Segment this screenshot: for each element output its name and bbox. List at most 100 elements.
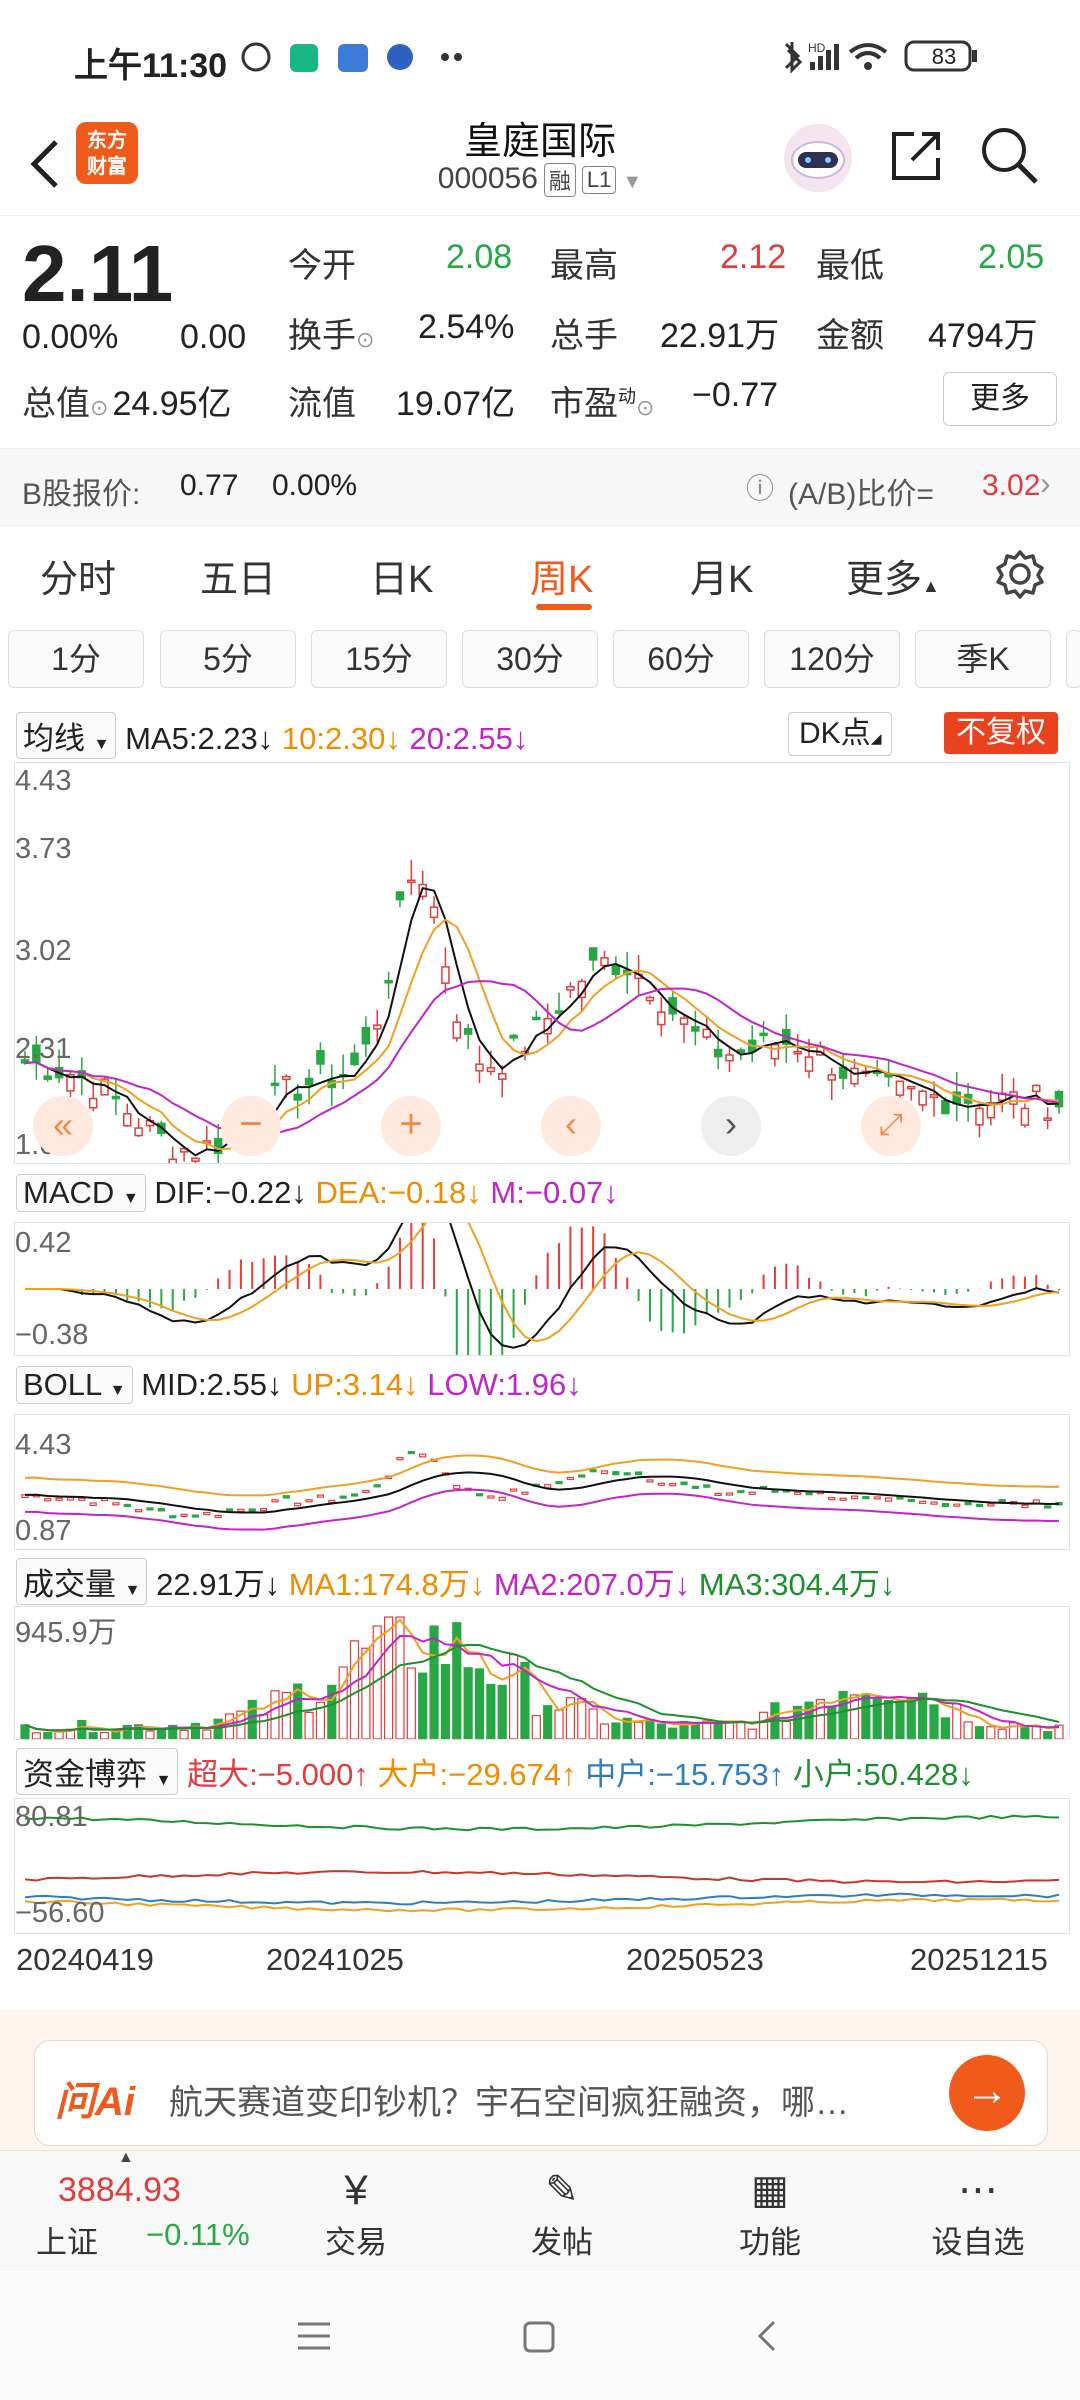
arrow-right-icon[interactable]: → [949,2055,1025,2131]
candle-body [907,1085,916,1090]
fullscreen-icon[interactable]: ⤢ [861,1096,921,1156]
macd-chart[interactable]: 0.42 −0.38 [14,1185,1070,1421]
boll-candle [135,1509,143,1513]
search-icon[interactable] [976,122,1042,188]
fund-chart[interactable]: 80.81 −56.60 [14,1798,1070,1934]
scroll-left-icon[interactable]: ‹ [541,1096,601,1156]
candle-body [316,1050,325,1065]
fund-svg [24,1814,1060,1913]
vol-ma2-value: MA2:207.0万 [493,1567,675,1602]
current-price: 2.11 [22,229,174,318]
nav-function[interactable]: ▦ 功能 [700,2163,840,2262]
boll-candle [964,1502,972,1506]
svg-text:HD: HD [808,41,826,55]
robot-assistant-icon[interactable] [778,118,858,198]
chart-tabs: 分时 五日 日K 周K 月K 更多▲ [0,530,1080,614]
back-icon[interactable] [752,2318,782,2354]
boll-candle [475,1493,484,1497]
nav-watchlist[interactable]: ⋯ 设自选 [908,2163,1048,2262]
period-30min[interactable]: 30分 [462,630,598,688]
b-share-bar[interactable]: B股报价: 0.77 0.00% ⓘ (A/B)比价= 3.02 › [0,448,1080,526]
boll-candle [862,1496,870,1500]
info-icon[interactable]: ⊙ [90,395,108,420]
boll-candle [828,1496,836,1501]
nav-trade[interactable]: ¥ 交易 [286,2163,426,2262]
boll-candle [419,1453,427,1458]
info-icon[interactable]: ⊙ [356,327,374,352]
tab-monthly-k[interactable]: 月K [690,548,753,603]
amount-label: 金额 [816,317,884,355]
volume-bar [474,1668,485,1740]
y-tick: 3.02 [15,935,72,967]
arrow-down-icon: ↓ [958,1757,974,1792]
more-button[interactable]: 更多 [943,372,1057,426]
boll-chart[interactable]: 4.43 0.87 [14,1414,1070,1550]
boll-candle [669,1483,677,1487]
kline-chart[interactable]: 4.43 3.73 3.02 2.31 1.61 « − + ‹ › ⤢ [14,762,1070,1179]
candle-body [759,1032,768,1037]
volume-bar [99,1731,110,1740]
tab-more[interactable]: 更多▲ [846,548,940,603]
info-icon[interactable]: ⊙ [636,395,654,420]
boll-candle [407,1451,415,1455]
dk-point-selector[interactable]: DK点◢ [788,712,893,756]
period-1min[interactable]: 1分 [8,630,144,688]
tab-five-day[interactable]: 五日 [200,548,276,603]
home-icon[interactable] [522,2320,556,2354]
fund-selector[interactable]: 资金博弈 ▼ [16,1748,179,1795]
ma-selector[interactable]: 均线 ▼ [16,712,117,759]
index-value: 3884.93 [58,2171,181,2209]
candle-body [463,1027,473,1035]
period-overflow[interactable] [1066,630,1080,688]
volume-value: 22.91万 [660,317,780,355]
volume-bar [736,1720,746,1740]
candle-body [293,1093,302,1101]
ma5-value: MA5:2.23 [125,721,258,756]
tab-intraday[interactable]: 分时 [40,548,116,603]
candle-body [554,1010,564,1014]
scroll-right-icon[interactable]: › [701,1096,761,1156]
candle-body [566,985,575,991]
candle-body [691,1026,700,1032]
fund-small-value: 小户:50.428 [792,1757,959,1792]
volume-bar [304,1711,314,1740]
period-15min[interactable]: 15分 [311,630,447,688]
triangle-up-icon: ▲ [922,576,940,596]
volume-bar [758,1711,769,1740]
tab-daily-k[interactable]: 日K [370,548,433,603]
zoom-in-icon[interactable]: + [381,1096,441,1156]
period-60min[interactable]: 60分 [613,630,749,688]
ai-question-bar[interactable]: 问Ai 航天赛道变印钞机？宇石空间疯狂融资，哪… → [34,2040,1048,2146]
boll-candle [703,1484,711,1488]
settings-gear-icon[interactable] [994,548,1046,600]
price-adjust-button[interactable]: 不复权 [944,712,1058,754]
volume-chart[interactable]: 945.9万 [14,1606,1070,1740]
boll-selector[interactable]: BOLL ▼ [16,1366,133,1404]
candle-body [770,1043,780,1060]
volume-selector[interactable]: 成交量 ▼ [16,1558,148,1605]
stock-header: 东方 财富 皇庭国际 000056 融 L1 ▼ [0,110,1080,216]
change-value: 0.00 [180,318,247,356]
volume-bar [1031,1725,1041,1740]
macd-selector[interactable]: MACD ▼ [16,1174,146,1212]
share-icon[interactable] [884,124,948,188]
tab-weekly-k[interactable]: 周K [530,548,593,603]
menu-icon[interactable] [296,2320,332,2352]
period-quarter[interactable]: 季K [915,630,1051,688]
arrow-up-icon: ↑ [561,1757,577,1792]
help-circle-icon[interactable]: ⓘ [746,467,774,507]
boll-low-value: LOW:1.96 [427,1367,567,1402]
zoom-out-icon[interactable]: − [221,1096,281,1156]
period-5min[interactable]: 5分 [160,630,296,688]
scroll-to-start-icon[interactable]: « [33,1096,93,1156]
boll-candle [794,1491,802,1495]
index-widget[interactable]: ▲ 3884.93 上证 −0.11% [0,2149,260,2271]
fund-mid-line [24,1892,1060,1906]
volume-bar [156,1728,166,1740]
period-120min[interactable]: 120分 [764,630,900,688]
nav-post[interactable]: ✎ 发帖 [492,2163,632,2262]
margin-tag: 融 [543,163,576,198]
change-pct: 0.00% [22,318,119,356]
nav-trade-label: 交易 [325,2225,387,2260]
boll-candle [305,1499,313,1503]
